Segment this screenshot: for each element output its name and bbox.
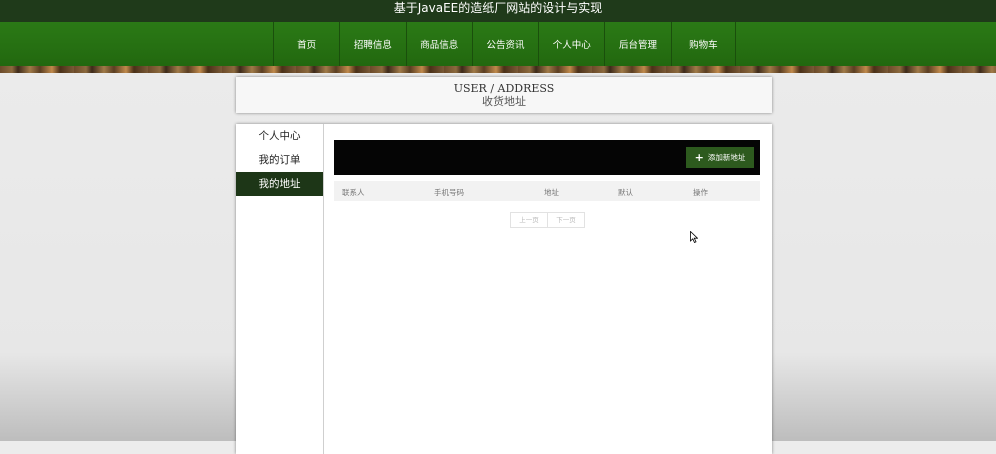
column-actions: 操作 — [693, 188, 708, 197]
column-phone: 手机号码 — [434, 188, 464, 197]
page-header: USER / ADDRESS 收货地址 — [236, 77, 772, 113]
address-toolbar: + 添加新地址 — [334, 140, 760, 175]
mouse-cursor-icon — [690, 231, 698, 243]
page-title-en: USER / ADDRESS — [453, 82, 555, 95]
sidebar: 个人中心 我的订单 我的地址 — [236, 124, 324, 454]
plus-icon: + — [694, 151, 704, 164]
sidebar-item-my-orders[interactable]: 我的订单 — [236, 148, 323, 172]
add-address-button[interactable]: + 添加新地址 — [686, 147, 754, 168]
nav-recruitment[interactable]: 招聘信息 — [339, 22, 405, 66]
address-table-header: 联系人 手机号码 地址 默认 操作 — [334, 181, 760, 201]
column-address: 地址 — [544, 188, 559, 197]
nav-announcements[interactable]: 公告资讯 — [471, 22, 538, 66]
nav-personal-center[interactable]: 个人中心 — [538, 22, 604, 66]
nav-admin[interactable]: 后台管理 — [604, 22, 670, 66]
add-address-label: 添加新地址 — [707, 153, 746, 162]
next-page-button[interactable]: 下一页 — [547, 213, 584, 227]
page-title-cn: 收货地址 — [482, 95, 526, 108]
nav-products[interactable]: 商品信息 — [405, 22, 472, 66]
nav-cart[interactable]: 购物车 — [670, 22, 736, 66]
column-contact: 联系人 — [342, 188, 365, 197]
column-default: 默认 — [618, 188, 633, 197]
nav-items: 首页 招聘信息 商品信息 公告资讯 个人中心 后台管理 购物车 — [273, 22, 736, 66]
main-panel: 个人中心 我的订单 我的地址 + 添加新地址 联系人 手机号码 地址 默认 操作… — [236, 124, 772, 454]
address-content: + 添加新地址 联系人 手机号码 地址 默认 操作 上一页 下一页 — [334, 140, 760, 228]
pagination: 上一页 下一页 — [510, 212, 585, 228]
prev-page-button[interactable]: 上一页 — [511, 213, 547, 227]
site-title-bar: 基于JavaEE的造纸厂网站的设计与实现 — [0, 0, 996, 22]
banner-image-strip — [0, 66, 996, 73]
sidebar-item-personal-center[interactable]: 个人中心 — [236, 124, 323, 148]
sidebar-item-my-address[interactable]: 我的地址 — [236, 172, 323, 196]
main-navigation: 首页 招聘信息 商品信息 公告资讯 个人中心 后台管理 购物车 — [0, 22, 996, 66]
nav-home[interactable]: 首页 — [273, 22, 339, 66]
site-title: 基于JavaEE的造纸厂网站的设计与实现 — [393, 1, 603, 15]
